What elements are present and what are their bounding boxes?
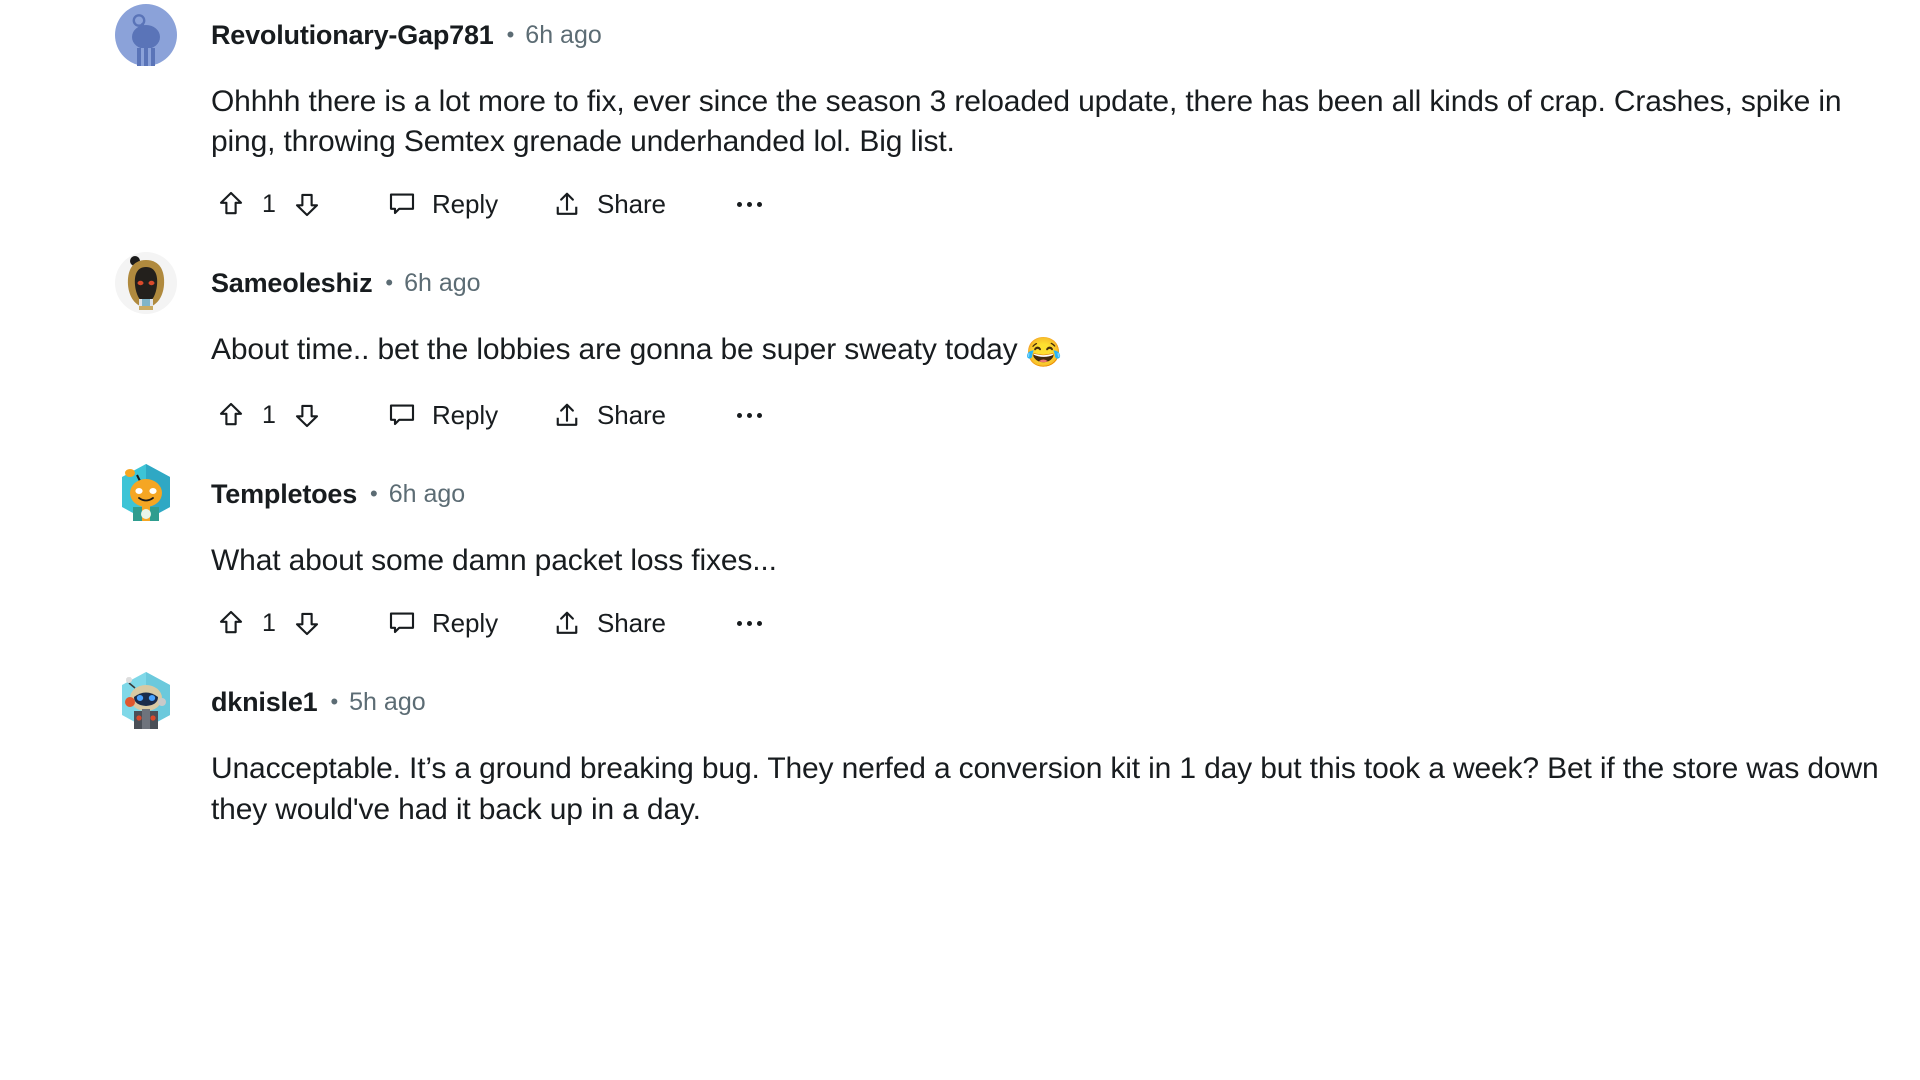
vote-group: 1 [211, 183, 327, 225]
comment-bubble-icon [387, 608, 417, 638]
comment-item: Sameoleshiz • 6h ago About time.. bet th… [0, 240, 1920, 451]
comment-item: dknisle1 • 5h ago Unacceptable. It’s a g… [0, 659, 1920, 829]
comment-body: About time.. bet the lobbies are gonna b… [211, 314, 1890, 373]
reply-label: Reply [432, 188, 498, 219]
vote-count: 1 [262, 400, 276, 429]
more-options-button[interactable] [728, 601, 772, 645]
more-horizontal-icon [737, 620, 763, 626]
more-horizontal-icon [737, 412, 763, 418]
downvote-button[interactable] [287, 394, 327, 436]
share-label: Share [596, 399, 666, 430]
comment-body: Ohhhh there is a lot more to fix, ever s… [211, 85, 1842, 159]
comment-username[interactable]: dknisle1 [211, 687, 318, 718]
comment-timestamp: 6h ago [404, 268, 481, 297]
share-label: Share [596, 188, 666, 219]
reply-button[interactable]: Reply [387, 189, 498, 220]
comment-action-bar: 1 Reply Share [211, 581, 1890, 659]
reply-button[interactable]: Reply [387, 400, 498, 431]
upvote-arrow-icon [219, 611, 243, 634]
share-arrow-icon [552, 608, 582, 638]
downvote-button[interactable] [287, 602, 327, 644]
laughing-emoji: 😂 [1025, 337, 1062, 370]
comment-timestamp: 6h ago [388, 479, 466, 508]
share-button[interactable]: Share [552, 608, 666, 639]
vote-group: 1 [211, 602, 327, 644]
vote-count: 1 [262, 189, 276, 218]
share-button[interactable]: Share [552, 189, 666, 220]
reply-label: Reply [432, 607, 498, 638]
share-button[interactable]: Share [552, 400, 666, 431]
more-options-button[interactable] [728, 182, 772, 226]
comment-body-text: About time.. bet the lobbies are gonna b… [211, 333, 1026, 367]
reply-label: Reply [432, 399, 498, 430]
vote-count: 1 [262, 608, 276, 637]
avatar[interactable] [115, 252, 177, 315]
comment-username[interactable]: Templetoes [211, 479, 357, 510]
separator-dot: • [506, 22, 515, 47]
avatar-default-snoo-icon [115, 4, 177, 66]
avatar[interactable] [115, 4, 177, 66]
separator-dot: • [330, 689, 339, 715]
comment-action-bar: 1 Reply Share [211, 373, 1890, 451]
comment-header: Templetoes • 6h ago [211, 463, 1890, 525]
upvote-button[interactable] [211, 602, 251, 644]
comment-thread: Revolutionary-Gap781 • 6h ago Ohhhh ther… [0, 0, 1920, 830]
share-arrow-icon [552, 400, 582, 430]
comment-username[interactable]: Sameoleshiz [211, 268, 373, 299]
separator-dot: • [370, 481, 378, 507]
comment-bubble-icon [387, 400, 417, 430]
comment-body: Unacceptable. It’s a ground breaking bug… [211, 752, 1879, 826]
comment-bubble-icon [387, 189, 417, 219]
more-options-button[interactable] [728, 393, 772, 437]
upvote-arrow-icon [219, 192, 243, 215]
comment-username[interactable]: Revolutionary-Gap781 [211, 20, 494, 51]
upvote-button[interactable] [211, 183, 251, 225]
avatar-astronaut-snoo-icon [122, 672, 170, 730]
downvote-arrow-icon [295, 194, 319, 217]
comment-timestamp: 5h ago [349, 687, 426, 716]
separator-dot: • [385, 270, 394, 296]
comment-action-bar: 1 Reply Share [211, 162, 1890, 240]
reply-button[interactable]: Reply [387, 608, 498, 639]
share-arrow-icon [552, 189, 582, 219]
avatar-hooded-snoo-icon [115, 252, 177, 315]
upvote-button[interactable] [211, 394, 251, 436]
downvote-arrow-icon [295, 613, 319, 636]
avatar-orange-snoo-icon [122, 464, 170, 522]
comment-header: dknisle1 • 5h ago [211, 671, 1890, 733]
comment-header: Revolutionary-Gap781 • 6h ago [211, 4, 1890, 66]
comment-header: Sameoleshiz • 6h ago [211, 252, 1890, 314]
more-horizontal-icon [737, 201, 763, 207]
comment-item: Revolutionary-Gap781 • 6h ago Ohhhh ther… [0, 0, 1920, 240]
downvote-arrow-icon [295, 405, 319, 428]
upvote-arrow-icon [219, 403, 243, 426]
comment-body: What about some damn packet loss fixes..… [211, 544, 777, 578]
share-label: Share [596, 607, 666, 638]
comment-item: Templetoes • 6h ago What about some damn… [0, 451, 1920, 659]
avatar[interactable] [115, 671, 177, 733]
downvote-button[interactable] [287, 183, 327, 225]
vote-group: 1 [211, 394, 327, 436]
comment-timestamp: 6h ago [525, 20, 602, 49]
avatar[interactable] [115, 463, 177, 525]
